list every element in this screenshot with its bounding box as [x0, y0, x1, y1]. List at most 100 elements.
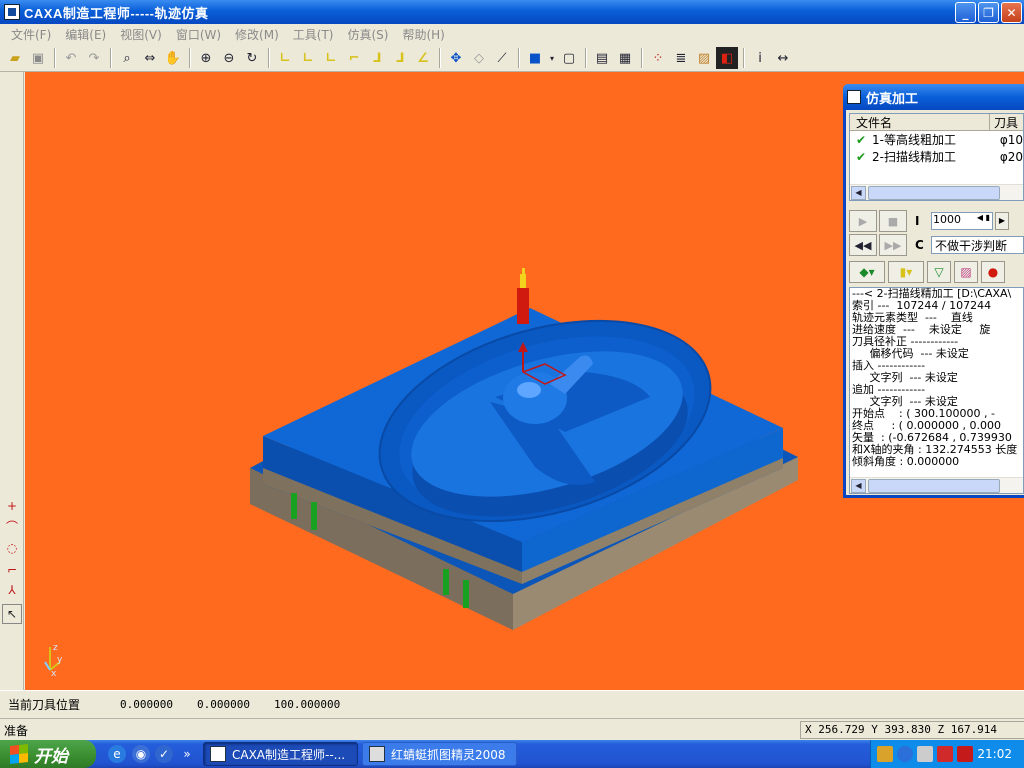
menu-edit[interactable]: 编辑(E)	[58, 26, 113, 43]
view-iso-icon[interactable]: ∠	[412, 47, 434, 69]
shortcut-icon[interactable]: ✓	[155, 745, 173, 763]
circle-icon[interactable]: ◌	[2, 538, 22, 558]
menu-file[interactable]: 文件(F)	[4, 26, 58, 43]
media-icon[interactable]: ◉	[132, 745, 150, 763]
select-pointer-icon[interactable]: ↖	[2, 604, 22, 624]
material-icon[interactable]: ◧	[716, 47, 738, 69]
redo-icon[interactable]: ↷	[83, 47, 105, 69]
step-row: ◀◀ ▶▶ C 不做干涉判断	[849, 233, 1024, 257]
hand-pan-icon[interactable]: ✋	[162, 47, 184, 69]
title-bar[interactable]: CAXA制造工程师-----轨迹仿真 _ ❐ ✕	[0, 0, 1024, 24]
check-icon[interactable]: ✔	[856, 150, 870, 164]
shaded-cube-icon[interactable]: ■	[524, 47, 546, 69]
view-top-icon[interactable]: ∟	[297, 47, 319, 69]
section-icon[interactable]: ◇	[468, 47, 490, 69]
menu-view[interactable]: 视图(V)	[113, 26, 169, 43]
check-icon[interactable]: ✔	[856, 133, 870, 147]
start-button[interactable]: 开始	[0, 740, 96, 768]
tray-camera-icon[interactable]	[917, 746, 933, 762]
toolbar-separator	[189, 48, 191, 68]
tool-holder	[517, 288, 529, 324]
arc-icon[interactable]: ⌒	[2, 516, 22, 536]
menu-tools[interactable]: 工具(T)	[286, 26, 341, 43]
point-icon[interactable]: +	[2, 496, 22, 516]
tool-position-label: 当前刀具位置	[8, 698, 81, 712]
restore-button[interactable]: ❐	[978, 2, 999, 23]
col-header-tool[interactable]: 刀具	[990, 114, 1018, 130]
measure-icon[interactable]: ⟋	[491, 47, 513, 69]
task-label: CAXA制造工程师--...	[232, 747, 346, 762]
speed-input[interactable]: 1000 ◀ ▮	[931, 212, 993, 230]
open-icon[interactable]: ▰	[4, 47, 26, 69]
color-map-icon[interactable]: ▨	[954, 261, 978, 283]
app-icon[interactable]	[4, 4, 20, 20]
scroll-left-icon[interactable]: ◀	[851, 186, 866, 200]
task-caxa[interactable]: CAXA制造工程师--...	[203, 742, 358, 766]
holder-icon[interactable]: ▽	[927, 261, 951, 283]
corner-icon[interactable]: ⌐	[2, 560, 22, 580]
tangent-icon[interactable]: ⅄	[2, 580, 22, 600]
play-icon[interactable]: ▶	[849, 210, 877, 232]
layers-icon[interactable]: ≣	[670, 47, 692, 69]
tray-speaker-icon[interactable]	[897, 746, 913, 762]
stock-display-icon[interactable]: ◆▾	[849, 261, 885, 283]
pan-arrows-icon[interactable]: ⇔	[139, 47, 161, 69]
path-points-icon[interactable]: ⁘	[647, 47, 669, 69]
view-right-icon[interactable]: ⌐	[343, 47, 365, 69]
rotate-view-icon[interactable]: ↻	[241, 47, 263, 69]
ie-icon[interactable]: e	[108, 745, 126, 763]
menu-modify[interactable]: 修改(M)	[228, 26, 286, 43]
dropdown-arrow-icon[interactable]: ▾	[547, 47, 557, 69]
fast-forward-icon[interactable]: ▶▶	[879, 234, 907, 256]
toolbar-separator	[641, 48, 643, 68]
toolbar-separator	[110, 48, 112, 68]
zoom-window-icon[interactable]: ⌕	[116, 47, 138, 69]
toolbar-separator	[268, 48, 270, 68]
file-list-scrollbar[interactable]: ◀	[850, 184, 1023, 200]
list-icon[interactable]: ▤	[591, 47, 613, 69]
interference-select[interactable]: 不做干涉判断	[931, 236, 1024, 254]
view-bottom-icon[interactable]: ⅃	[389, 47, 411, 69]
menu-help[interactable]: 帮助(H)	[395, 26, 451, 43]
undo-icon[interactable]: ↶	[60, 47, 82, 69]
menu-window[interactable]: 窗口(W)	[169, 26, 228, 43]
gradient-icon[interactable]: ▨	[693, 47, 715, 69]
view-back-icon[interactable]: ⅃	[366, 47, 388, 69]
scrollbar-thumb[interactable]	[868, 186, 1000, 200]
task-screen-capture[interactable]: 红蜻蜓抓图精灵2008	[362, 742, 517, 766]
list-item[interactable]: ✔ 1-等高线粗加工 φ10	[850, 131, 1023, 148]
tool-diameter: φ20	[999, 149, 1023, 164]
quick-launch-more[interactable]: »	[178, 745, 196, 763]
tool-tip	[522, 268, 525, 274]
simulation-panel: 仿真加工 文件名 刀具 ✔ 1-等高线粗加工 φ10 ✔ 2-扫描线精加工 φ2…	[843, 84, 1024, 498]
list-item[interactable]: ✔ 2-扫描线精加工 φ20	[850, 148, 1023, 165]
close-button[interactable]: ✕	[1001, 2, 1022, 23]
zoom-out-icon[interactable]: ⊖	[218, 47, 240, 69]
stop-icon[interactable]: ■	[879, 210, 907, 232]
minimize-button[interactable]: _	[955, 2, 976, 23]
scrollbar-thumb[interactable]	[868, 479, 1000, 493]
tray-network-icon[interactable]	[937, 746, 953, 762]
move-icon[interactable]: ✥	[445, 47, 467, 69]
menu-simulate[interactable]: 仿真(S)	[340, 26, 395, 43]
rewind-icon[interactable]: ◀◀	[849, 234, 877, 256]
record-icon[interactable]: ●	[981, 261, 1005, 283]
view-left-icon[interactable]: ∟	[320, 47, 342, 69]
info-scrollbar[interactable]: ◀	[850, 477, 1023, 493]
wire-cube-icon[interactable]: ▢	[558, 47, 580, 69]
zoom-in-icon[interactable]: ⊕	[195, 47, 217, 69]
distance-icon[interactable]: ↔	[772, 47, 794, 69]
tray-app-icon[interactable]	[877, 746, 893, 762]
tool-display-icon[interactable]: ▮▾	[888, 261, 924, 283]
scroll-left-icon[interactable]: ◀	[851, 479, 866, 493]
window-title: CAXA制造工程师-----轨迹仿真	[24, 5, 209, 21]
view-front-icon[interactable]: ∟	[274, 47, 296, 69]
tray-k-icon[interactable]	[957, 746, 973, 762]
sim-panel-titlebar[interactable]: 仿真加工	[843, 84, 1024, 110]
col-header-file[interactable]: 文件名	[850, 114, 990, 130]
speed-slider-icon[interactable]: ◀ ▮	[966, 213, 992, 229]
table-icon[interactable]: ▦	[614, 47, 636, 69]
info-icon[interactable]: ⅰ	[749, 47, 771, 69]
speed-increase-icon[interactable]: ▶	[995, 212, 1009, 230]
save-icon[interactable]: ▣	[27, 47, 49, 69]
